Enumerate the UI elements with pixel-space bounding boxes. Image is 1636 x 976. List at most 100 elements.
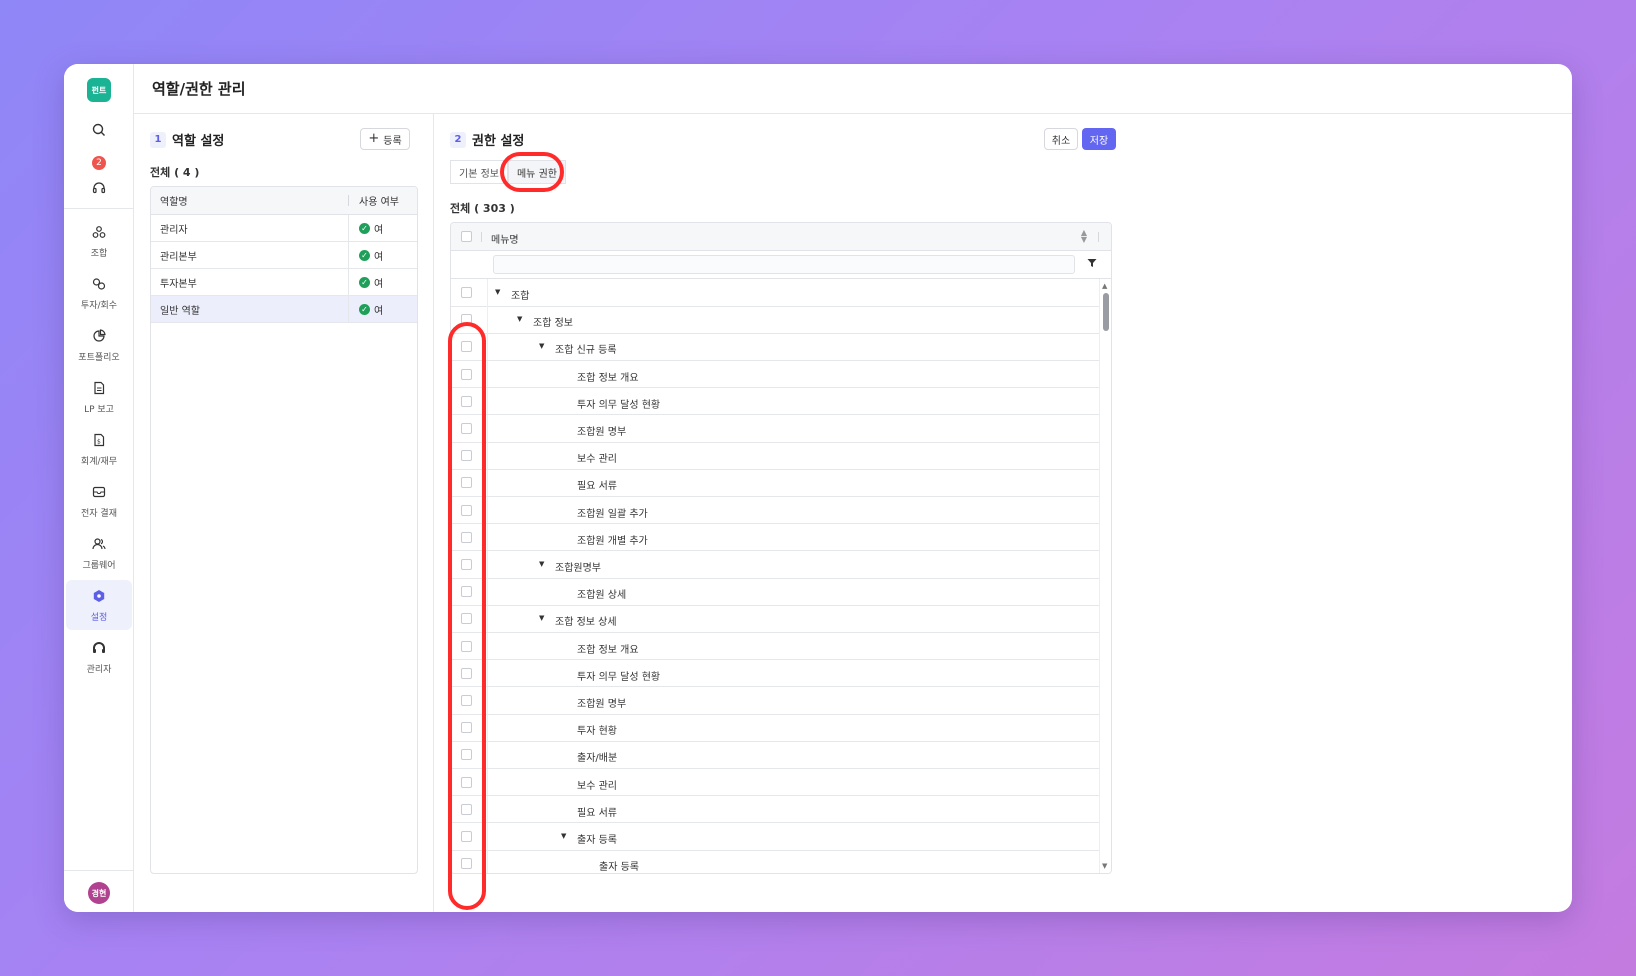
menu-filter-input[interactable] (493, 255, 1075, 274)
caret-down-icon[interactable]: ▼ (561, 832, 566, 840)
column-separator (487, 823, 488, 850)
tab-basic-info[interactable]: 기본 정보 (450, 160, 508, 184)
row-checkbox[interactable] (461, 504, 472, 516)
tree-item-label: 조합원 개별 추가 (577, 535, 648, 547)
row-checkbox[interactable] (461, 858, 472, 870)
tree-item-label: 보수 관리 (577, 454, 617, 466)
row-checkbox[interactable] (461, 477, 472, 489)
caret-down-icon[interactable]: ▼ (495, 288, 500, 296)
filter-icon[interactable] (1087, 258, 1097, 271)
row-checkbox[interactable] (461, 559, 472, 570)
table-row[interactable]: 관리본부 ✓ 여 (151, 242, 417, 269)
column-header-use[interactable]: 사용 여부 (349, 187, 417, 214)
caret-down-icon[interactable]: ▼ (539, 560, 544, 568)
accounting-icon: $ (92, 432, 106, 451)
scrollbar[interactable]: ▲ ▼ (1099, 279, 1111, 873)
cancel-button[interactable]: 취소 (1044, 128, 1078, 150)
scroll-up-icon[interactable]: ▲ (1102, 282, 1107, 290)
row-checkbox[interactable] (461, 695, 472, 706)
sidebar-item-settings[interactable]: 설정 (66, 580, 132, 630)
top-bar: 역할/권한 관리 (134, 64, 1572, 114)
sort-icon[interactable]: ▲ ▼ (1081, 229, 1087, 244)
row-checkbox[interactable] (461, 803, 472, 815)
row-checkbox[interactable] (461, 423, 472, 434)
row-checkbox[interactable] (461, 314, 472, 326)
row-checkbox[interactable] (461, 831, 472, 842)
sidebar-item-approval[interactable]: 전자 결재 (66, 476, 132, 526)
tree-row[interactable]: 출자 등록 (451, 850, 1101, 873)
avatar[interactable]: 경현 (88, 882, 110, 904)
headset-icon[interactable] (89, 178, 109, 198)
sidebar-item-portfolio[interactable]: 포트폴리오 (66, 320, 132, 370)
select-all-checkbox[interactable] (461, 231, 472, 242)
search-icon[interactable] (89, 120, 109, 140)
tree-row[interactable]: 조합 정보 개요 (451, 360, 1101, 389)
sidebar-item-accounting[interactable]: $ 회계/재무 (66, 424, 132, 474)
row-checkbox[interactable] (461, 667, 472, 679)
sidebar-item-lp-report[interactable]: LP 보고 (66, 372, 132, 422)
tree-row[interactable]: ▼ 조합 정보 상세 (451, 605, 1101, 633)
row-checkbox[interactable] (461, 722, 472, 734)
role-use-cell: ✓ 여 (349, 269, 417, 295)
row-checkbox[interactable] (461, 640, 472, 652)
tree-row[interactable]: 조합 정보 개요 (451, 632, 1101, 661)
row-checkbox[interactable] (461, 749, 472, 761)
caret-down-icon[interactable]: ▼ (539, 342, 544, 350)
caret-down-icon[interactable]: ▼ (539, 614, 544, 622)
tree-row[interactable]: 필요 서류 (451, 795, 1101, 824)
tree-row[interactable]: 조합원 명부 (451, 415, 1101, 443)
caret-down-icon[interactable]: ▼ (517, 315, 522, 323)
notification-badge[interactable]: 2 (92, 156, 106, 170)
tree-row[interactable]: ▼ 출자 등록 (451, 823, 1101, 851)
row-checkbox[interactable] (461, 287, 472, 298)
tree-item-label: 조합원 상세 (577, 590, 627, 602)
scroll-down-icon[interactable]: ▼ (1102, 862, 1107, 870)
tree-row[interactable]: 조합원 명부 (451, 687, 1101, 715)
tree-row[interactable]: 보수 관리 (451, 442, 1101, 470)
tree-row[interactable]: 조합원 일괄 추가 (451, 496, 1101, 525)
tree-row[interactable]: 출자/배분 (451, 741, 1101, 769)
column-separator (487, 523, 488, 551)
row-checkbox[interactable] (461, 341, 472, 353)
row-checkbox[interactable] (461, 776, 472, 788)
tree-row[interactable]: 투자 의무 달성 현황 (451, 659, 1101, 688)
column-separator (487, 741, 488, 768)
tree-row[interactable]: 필요 서류 (451, 469, 1101, 497)
menu-count: 전체 ( 303 ) (450, 202, 515, 215)
tree-row[interactable]: 조합원 상세 (451, 578, 1101, 606)
scroll-thumb[interactable] (1103, 293, 1109, 331)
table-row[interactable]: 투자본부 ✓ 여 (151, 269, 417, 296)
tab-menu-permission[interactable]: 메뉴 권한 (507, 160, 566, 184)
column-header-menu-name[interactable]: 메뉴명 (491, 231, 519, 246)
plus-icon: + (368, 131, 380, 146)
save-button[interactable]: 저장 (1082, 128, 1116, 150)
table-row[interactable]: 관리자 ✓ 여 (151, 215, 417, 242)
sidebar-item-label: 조합 (90, 248, 108, 259)
sidebar-item-admin[interactable]: 관리자 (66, 632, 132, 682)
tree-row[interactable]: ▼ 조합 (451, 279, 1101, 307)
row-checkbox[interactable] (461, 586, 472, 598)
tree-row[interactable]: 투자 현황 (451, 714, 1101, 742)
tree-row[interactable]: 투자 의무 달성 현황 (451, 387, 1101, 416)
row-checkbox[interactable] (461, 368, 472, 380)
column-header-role-name[interactable]: 역할명 (151, 195, 349, 208)
row-checkbox[interactable] (461, 395, 472, 407)
tree-row[interactable]: ▼ 조합원명부 (451, 551, 1101, 579)
add-role-button[interactable]: + 등록 (360, 128, 410, 150)
app-window: 펀트 2 조합 투자/회수 포트폴리오 LP 보고 $ 회계/재무 전자 결재 … (64, 64, 1572, 912)
sidebar-item-invest[interactable]: 투자/회수 (66, 268, 132, 318)
app-logo[interactable]: 펀트 (87, 78, 111, 102)
row-checkbox[interactable] (461, 450, 472, 462)
sidebar: 펀트 2 조합 투자/회수 포트폴리오 LP 보고 $ 회계/재무 전자 결재 … (64, 64, 134, 912)
column-separator (487, 768, 488, 796)
sidebar-item-groupware[interactable]: 그룹웨어 (66, 528, 132, 578)
sidebar-item-fund[interactable]: 조합 (66, 216, 132, 266)
tree-row[interactable]: 조합원 개별 추가 (451, 523, 1101, 552)
table-row-selected[interactable]: 일반 역할 ✓ 여 (151, 296, 417, 323)
tree-row[interactable]: ▼ 조합 신규 등록 (451, 333, 1101, 361)
tree-row[interactable]: 보수 관리 (451, 768, 1101, 797)
row-checkbox[interactable] (461, 613, 472, 625)
tree-item-label: 필요 서류 (577, 807, 617, 819)
tree-row[interactable]: ▼ 조합 정보 (451, 306, 1101, 334)
row-checkbox[interactable] (461, 531, 472, 543)
